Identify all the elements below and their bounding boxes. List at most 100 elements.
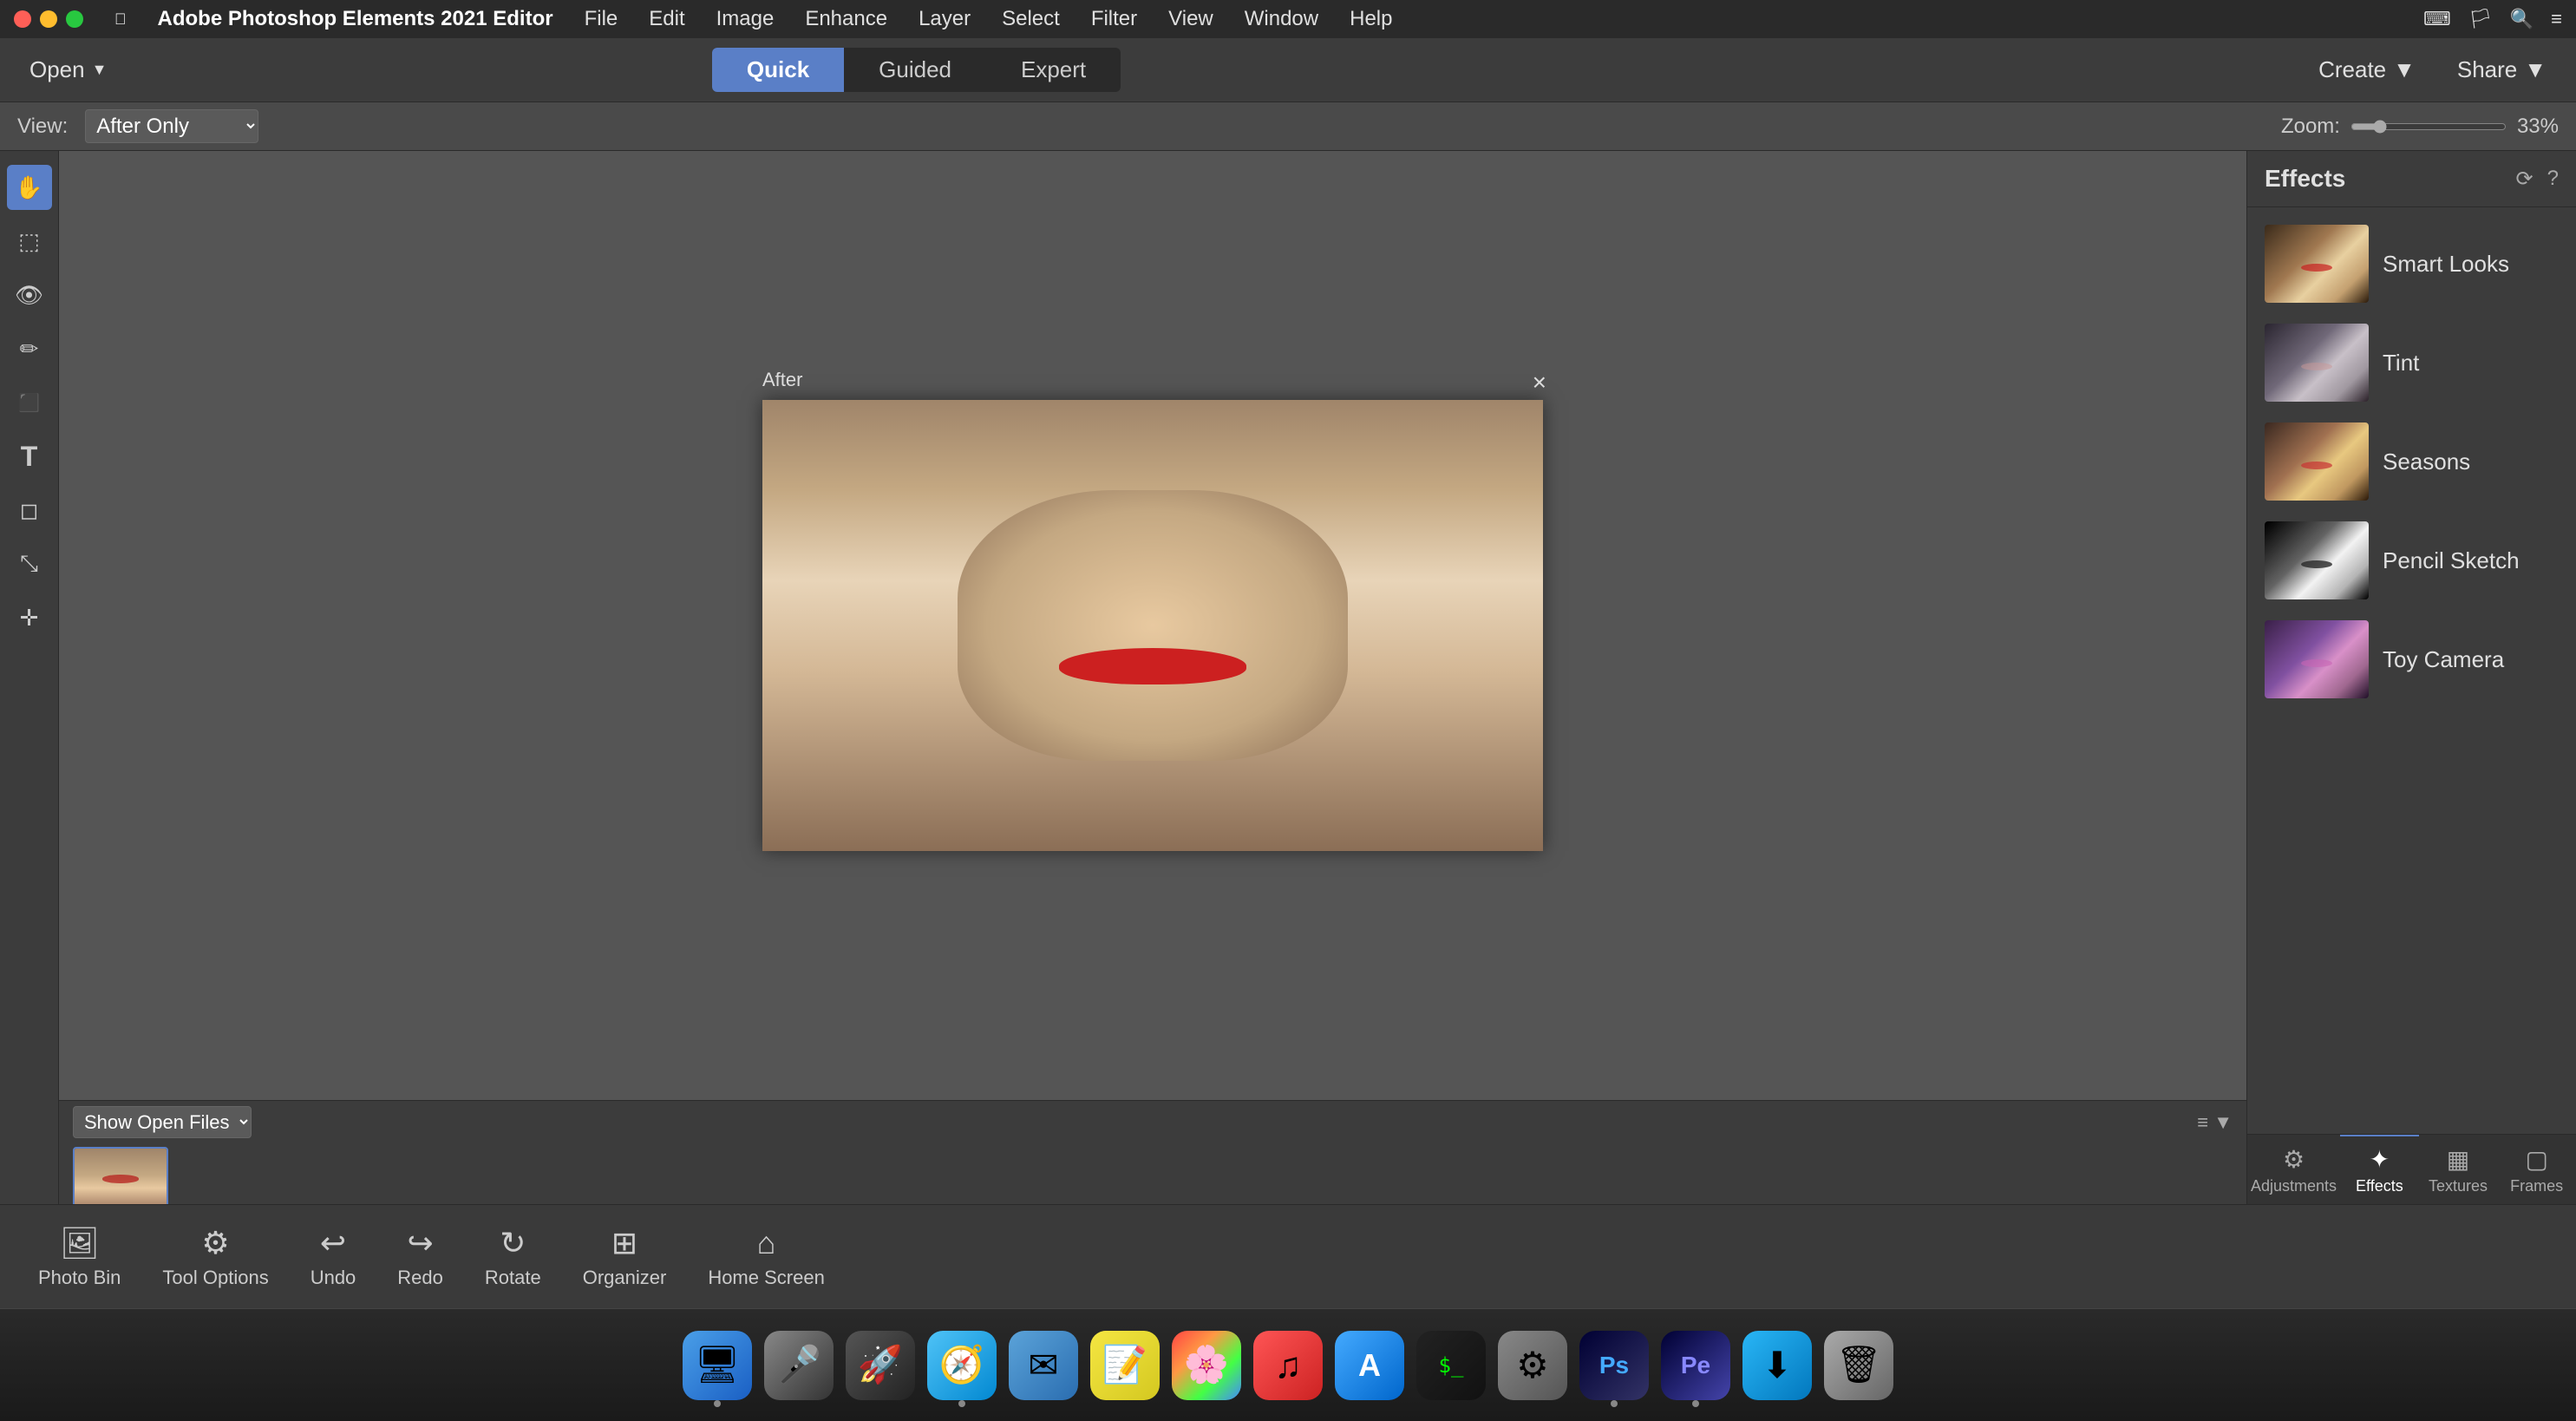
menu-help[interactable]: Help	[1343, 5, 1399, 33]
view-select[interactable]: After Only Before Only Before & After	[85, 109, 258, 143]
redo-button[interactable]: ↪ Redo	[376, 1218, 464, 1296]
share-button[interactable]: Share ▼	[2445, 49, 2559, 90]
maximize-window-button[interactable]	[66, 10, 83, 28]
close-image-button[interactable]: ×	[1533, 369, 1546, 396]
finder-icon: 🖥	[694, 1344, 740, 1386]
menu-enhance[interactable]: Enhance	[798, 5, 894, 33]
move-tool[interactable]: ✛	[7, 595, 52, 640]
effect-name-tint: Tint	[2383, 350, 2419, 377]
effect-item-toy-camera[interactable]: Toy Camera	[2256, 612, 2567, 707]
stamp-tool[interactable]: ⬛	[7, 380, 52, 425]
effect-item-tint[interactable]: Tint	[2256, 315, 2567, 410]
photo-bin-options-icon[interactable]: ≡ ▼	[2197, 1111, 2233, 1134]
effect-item-pencil-sketch[interactable]: Pencil Sketch	[2256, 513, 2567, 608]
dock-downloader[interactable]: ⬇	[1742, 1331, 1812, 1400]
photo-bin-tab[interactable]: 🖼 Photo Bin	[17, 1218, 141, 1296]
brush-tool[interactable]: ✏	[7, 326, 52, 371]
show-open-files-select[interactable]: Show Open Files Show Favorites Show Albu…	[73, 1106, 252, 1138]
create-chevron-icon: ▼	[2393, 56, 2416, 83]
dock-siri[interactable]: 🎤	[764, 1331, 834, 1400]
menu-select[interactable]: Select	[995, 5, 1067, 33]
tab-expert[interactable]: Expert	[986, 48, 1121, 92]
refresh-icon[interactable]: ⟳	[2516, 167, 2534, 192]
tab-effects[interactable]: ✦ Effects	[2340, 1135, 2419, 1204]
tool-options-label: Tool Options	[162, 1267, 268, 1289]
create-button[interactable]: Create ▼	[2306, 49, 2428, 90]
undo-button[interactable]: ↩ Undo	[290, 1218, 377, 1296]
apple-menu[interactable]: 	[114, 10, 127, 29]
dock-trash[interactable]: 🗑	[1824, 1331, 1893, 1400]
safari-icon: 🧭	[939, 1344, 984, 1386]
cursor-icon: ⌨	[2423, 8, 2451, 30]
rotate-icon: ↻	[500, 1225, 526, 1261]
adjustments-label: Adjustments	[2251, 1177, 2337, 1195]
tab-textures[interactable]: ▦ Textures	[2419, 1135, 2498, 1204]
dock-safari[interactable]: 🧭	[927, 1331, 997, 1400]
dock-system-preferences[interactable]: ⚙	[1498, 1331, 1567, 1400]
menu-layer[interactable]: Layer	[912, 5, 977, 33]
mail-icon: ✉	[1028, 1344, 1058, 1386]
hand-tool[interactable]: ✋	[7, 165, 52, 210]
undo-icon: ↩	[320, 1225, 346, 1261]
siri-icon: 🎤	[776, 1344, 821, 1386]
eraser-tool[interactable]: ◻	[7, 488, 52, 533]
open-chevron-icon: ▼	[92, 61, 108, 79]
panel-icons: ⟳ ?	[2516, 167, 2559, 192]
dock-appstore[interactable]: A	[1335, 1331, 1404, 1400]
tab-frames[interactable]: ▢ Frames	[2497, 1135, 2576, 1204]
effects-icon: ✦	[2370, 1145, 2390, 1174]
effect-item-smart-looks[interactable]: Smart Looks	[2256, 216, 2567, 311]
search-icon[interactable]: 🔍	[2510, 8, 2534, 30]
menu-filter[interactable]: Filter	[1084, 5, 1144, 33]
photo-bin-icon: 🖼	[60, 1225, 100, 1261]
menu-image[interactable]: Image	[709, 5, 781, 33]
dock-music[interactable]: ♫	[1253, 1331, 1323, 1400]
traffic-lights	[14, 10, 83, 28]
close-window-button[interactable]	[14, 10, 31, 28]
face-placeholder	[762, 400, 1543, 851]
canvas-area: After × Show Open Files Show Favorites S…	[59, 151, 2246, 1204]
transform-tool[interactable]: ⤡	[7, 541, 52, 586]
frames-icon: ▢	[2525, 1145, 2547, 1174]
view-label: View:	[17, 115, 68, 139]
dock-ps-element2[interactable]: Pe	[1661, 1331, 1730, 1400]
tab-quick[interactable]: Quick	[712, 48, 844, 92]
menu-edit[interactable]: Edit	[642, 5, 691, 33]
open-button[interactable]: Open ▼	[17, 49, 119, 90]
menu-file[interactable]: File	[578, 5, 625, 33]
text-tool[interactable]: T	[7, 434, 52, 479]
dock-terminal[interactable]: $_	[1416, 1331, 1486, 1400]
dock-ps-element1[interactable]: Ps	[1579, 1331, 1649, 1400]
zoom-area: Zoom: 33%	[2281, 115, 2559, 139]
main-toolbar: Open ▼ Quick Guided Expert Create ▼ Shar…	[0, 38, 2576, 102]
rotate-button[interactable]: ↻ Rotate	[464, 1218, 562, 1296]
appstore-icon: A	[1358, 1347, 1381, 1384]
minimize-window-button[interactable]	[40, 10, 57, 28]
dock-photos[interactable]: 🌸	[1172, 1331, 1241, 1400]
organizer-button[interactable]: ⊞ Organizer	[562, 1218, 688, 1296]
dock-rocket[interactable]: 🚀	[846, 1331, 915, 1400]
photo-thumb-inner	[75, 1149, 167, 1204]
tool-options-tab[interactable]: ⚙ Tool Options	[141, 1218, 289, 1296]
eye-tool[interactable]: 👁	[7, 272, 52, 318]
dock-finder[interactable]: 🖥	[683, 1331, 752, 1400]
dock-notes[interactable]: 📝	[1090, 1331, 1160, 1400]
zoom-slider[interactable]	[2350, 120, 2507, 134]
image-frame: After ×	[762, 400, 1543, 851]
dock-mail[interactable]: ✉	[1009, 1331, 1078, 1400]
home-screen-label: Home Screen	[708, 1267, 825, 1289]
home-screen-button[interactable]: ⌂ Home Screen	[687, 1218, 846, 1296]
tab-guided[interactable]: Guided	[844, 48, 986, 92]
menu-extra-icon[interactable]: ≡	[2551, 8, 2562, 30]
notes-icon: 📝	[1102, 1344, 1147, 1386]
effect-thumb-smart-looks	[2265, 225, 2369, 303]
app-name[interactable]: Adobe Photoshop Elements 2021 Editor	[151, 5, 560, 33]
effect-item-seasons[interactable]: Seasons	[2256, 414, 2567, 509]
menu-window[interactable]: Window	[1238, 5, 1325, 33]
effect-thumb-toy-camera	[2265, 620, 2369, 698]
menu-view[interactable]: View	[1161, 5, 1220, 33]
photo-thumbnail[interactable]	[73, 1147, 168, 1204]
marquee-tool[interactable]: ⬚	[7, 219, 52, 264]
help-icon[interactable]: ?	[2547, 167, 2559, 192]
tab-adjustments[interactable]: ⚙ Adjustments	[2247, 1135, 2340, 1204]
